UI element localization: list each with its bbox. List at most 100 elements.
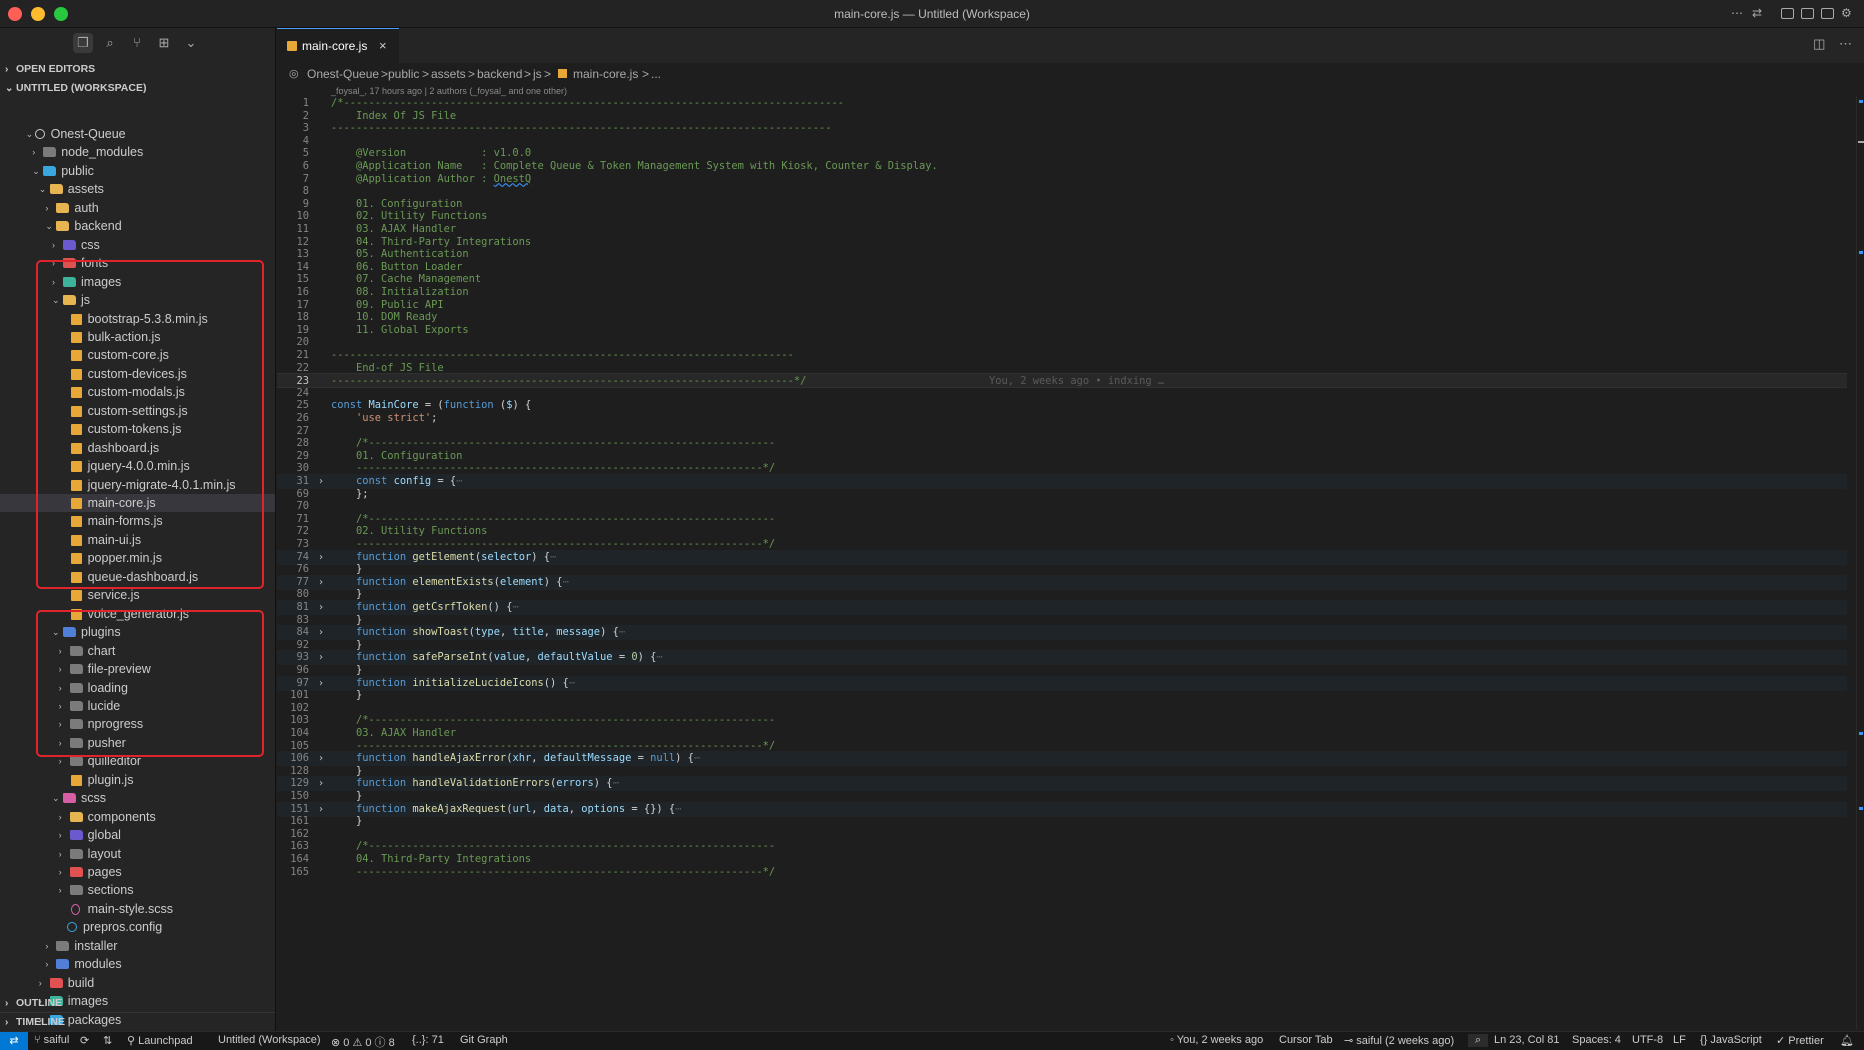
tree-folder[interactable]: › file-preview [0,660,275,678]
workspace-header[interactable]: ⌄ UNTITLED (WORKSPACE) [0,79,275,98]
tree-file[interactable]: main-forms.js [0,512,275,530]
source-control-icon[interactable]: ⑂ [127,33,147,53]
breadcrumb-item[interactable]: main-core.js [573,67,638,81]
breadcrumb-item[interactable]: ... [651,67,661,81]
chevron-down-icon[interactable]: ⌄ [52,623,62,641]
chevron-down-icon[interactable]: ⌄ [52,291,62,309]
tree-file[interactable]: jquery-4.0.0.min.js [0,457,275,475]
explorer-icon[interactable]: ❐ [73,33,93,53]
search-icon[interactable]: ⌕ [100,33,120,53]
chevron-right-icon[interactable]: › [32,143,42,161]
chevron-right-icon[interactable]: › [52,273,62,291]
problems-indicator[interactable]: ⊗ 0 ⚠ 0 ⓘ 8 [331,1034,395,1050]
tree-file[interactable]: service.js [0,586,275,604]
tree-folder[interactable]: › quilleditor [0,752,275,770]
more-actions-icon[interactable]: ⋯ [1839,36,1852,51]
author-indicator[interactable]: ⊸ saiful (2 weeks ago) [1344,1034,1454,1047]
tree-file[interactable]: custom-tokens.js [0,420,275,438]
breadcrumb-item[interactable]: assets [431,67,466,81]
tree-folder[interactable]: › fonts [0,254,275,272]
chevron-right-icon[interactable]: › [59,734,69,752]
sync-icon[interactable]: ⇄ [1752,6,1762,20]
tree-file[interactable]: main-ui.js [0,531,275,549]
remote-indicator-icon[interactable]: ⇄ [0,1032,28,1050]
chevron-down-icon[interactable]: ⌄ [32,162,42,180]
tree-folder[interactable]: › chart [0,642,275,660]
tree-folder[interactable]: › pusher [0,734,275,752]
tree-folder[interactable]: ⌄ public [0,162,275,180]
more-icon[interactable]: ⋯ [1731,6,1743,20]
tree-file[interactable]: queue-dashboard.js [0,568,275,586]
chevron-down-icon[interactable]: ⌄ [52,789,62,807]
breadcrumb-item[interactable]: backend [477,67,522,81]
code-editor[interactable]: 1/*-------------------------------------… [277,96,1864,1030]
blame-indicator[interactable]: ◦ You, 2 weeks ago [1170,1034,1263,1046]
chevron-right-icon[interactable]: › [59,752,69,770]
tree-folder[interactable]: › global [0,826,275,844]
tree-folder[interactable]: › installer [0,937,275,955]
code-line[interactable]: 165 ------------------------------------… [277,865,1847,880]
codelens-blame[interactable]: _foysal_, 17 hours ago | 2 authors (_foy… [331,86,567,96]
chevron-right-icon[interactable]: › [59,808,69,826]
tree-file[interactable]: main-style.scss [0,900,275,918]
split-editor-icon[interactable]: ◫ [1813,36,1825,51]
tree-folder[interactable]: ⌄ assets [0,180,275,198]
workspace-indicator[interactable]: Untitled (Workspace) [218,1034,321,1046]
git-graph-button[interactable]: Git Graph [460,1034,508,1046]
chevron-right-icon[interactable]: › [59,845,69,863]
toggle-sidebar-icon[interactable] [1781,8,1794,19]
chevron-right-icon[interactable]: › [45,199,55,217]
tree-file[interactable]: custom-modals.js [0,383,275,401]
chevron-down-icon[interactable]: ⌄ [39,180,49,198]
breadcrumb-item[interactable]: public [388,67,419,81]
tree-file[interactable]: jquery-migrate-4.0.1.min.js [0,476,275,494]
tree-folder[interactable]: ⌄ Onest-Queue [0,125,275,143]
chevron-right-icon[interactable]: › [45,955,55,973]
tree-file[interactable]: custom-core.js [0,346,275,364]
chevron-right-icon[interactable]: › [59,826,69,844]
tree-file[interactable]: bootstrap-5.3.8.min.js [0,310,275,328]
chevron-right-icon[interactable]: › [59,715,69,733]
breadcrumb-item[interactable]: js [533,67,542,81]
branch-indicator[interactable]: ⑂ saiful [34,1034,69,1046]
chevron-right-icon[interactable]: › [59,863,69,881]
tree-folder[interactable]: › layout [0,845,275,863]
chevron-right-icon[interactable]: › [52,236,62,254]
chevron-right-icon[interactable]: › [59,881,69,899]
git-compare-icon[interactable]: ⇅ [103,1034,112,1047]
tree-folder[interactable]: › nprogress [0,715,275,733]
tree-folder[interactable]: › auth [0,199,275,217]
tree-folder[interactable]: › css [0,236,275,254]
formatter-indicator[interactable]: ✓ Prettier [1776,1034,1824,1047]
breadcrumb-item[interactable]: Onest-Queue [307,67,379,81]
tree-folder[interactable]: › images [0,273,275,291]
language-indicator[interactable]: {} JavaScript [1700,1034,1762,1046]
tree-file[interactable]: custom-devices.js [0,365,275,383]
tree-file[interactable]: voice_generator.js [0,605,275,623]
tree-folder[interactable]: › loading [0,679,275,697]
tree-file[interactable]: main-core.js [0,494,275,513]
tree-folder[interactable]: › node_modules [0,143,275,161]
tree-file[interactable]: custom-settings.js [0,402,275,420]
toggle-panel-icon[interactable] [1801,8,1814,19]
tree-folder[interactable]: ⌄ backend [0,217,275,235]
encoding-indicator[interactable]: UTF-8 [1632,1034,1663,1046]
tab-main-core[interactable]: main-core.js × [277,28,399,63]
notifications-icon[interactable]: 🔔︎ [1840,1034,1854,1047]
cursor-tab-indicator[interactable]: Cursor Tab [1279,1034,1333,1046]
tree-file[interactable]: dashboard.js [0,439,275,457]
tree-file[interactable]: popper.min.js [0,549,275,567]
chevron-right-icon[interactable]: › [39,974,49,992]
layout-icon[interactable]: ⚙ [1841,6,1852,20]
chevron-right-icon[interactable]: › [52,254,62,272]
chevron-right-icon[interactable]: › [59,642,69,660]
tree-folder[interactable]: › lucide [0,697,275,715]
chevron-right-icon[interactable]: › [59,660,69,678]
tree-folder[interactable]: ⌄ plugins [0,623,275,641]
chevron-right-icon[interactable]: › [59,697,69,715]
tree-folder[interactable]: › components [0,808,275,826]
toggle-secondary-sidebar-icon[interactable] [1821,8,1834,19]
timeline-header[interactable]: › TIMELINE [0,1012,275,1031]
tree-file[interactable]: bulk-action.js [0,328,275,346]
tree-folder[interactable]: › build [0,974,275,992]
